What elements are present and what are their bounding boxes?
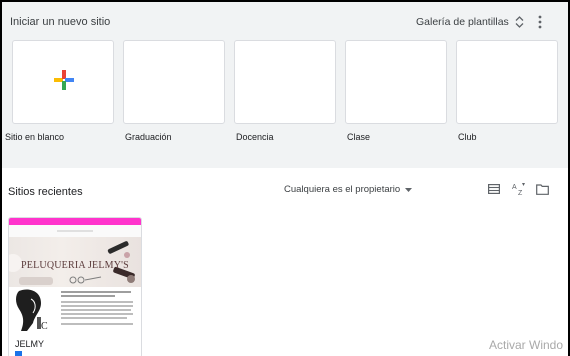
template-blank[interactable] bbox=[12, 40, 114, 124]
site-thumb-body: C bbox=[9, 287, 141, 333]
activation-watermark: Activar Windo bbox=[489, 338, 564, 352]
site-thumb-title: PELUQUERIA JELMY'S bbox=[21, 260, 129, 271]
template-panel: Iniciar un nuevo sitio Galería de planti… bbox=[2, 2, 568, 168]
template-club[interactable] bbox=[456, 40, 558, 124]
sites-home: Iniciar un nuevo sitio Galería de planti… bbox=[2, 2, 568, 356]
site-name: JELMY bbox=[15, 339, 45, 349]
template-label-club: Club bbox=[458, 132, 477, 142]
site-thumb-nav bbox=[9, 225, 141, 237]
google-sites-icon bbox=[15, 351, 22, 356]
folder-icon[interactable] bbox=[534, 181, 550, 197]
owner-filter-dropdown[interactable]: Cualquiera es el propietario bbox=[284, 184, 413, 195]
template-label-docencia: Docencia bbox=[236, 132, 274, 142]
caret-down-icon bbox=[405, 187, 413, 192]
owner-filter-label: Cualquiera es el propietario bbox=[284, 184, 401, 195]
template-docencia[interactable] bbox=[234, 40, 336, 124]
recent-sites-title: Sitios recientes bbox=[8, 186, 83, 198]
template-panel-title: Iniciar un nuevo sitio bbox=[10, 16, 111, 28]
plus-icon bbox=[54, 70, 74, 90]
more-options-icon[interactable] bbox=[533, 13, 547, 31]
svg-text:A: A bbox=[512, 184, 517, 191]
site-thumb-header-bar bbox=[9, 218, 141, 225]
template-gallery-toggle[interactable]: Galería de plantillas bbox=[416, 16, 524, 28]
template-label-graduacion: Graduación bbox=[125, 132, 172, 142]
sort-az-icon[interactable]: A Z bbox=[511, 181, 527, 197]
svg-text:C: C bbox=[41, 321, 48, 332]
site-card-jelmy[interactable]: PELUQUERIA JELMY'S C JELMY bbox=[8, 217, 142, 356]
woman-silhouette-image: C bbox=[16, 289, 48, 332]
template-gallery-label: Galería de plantillas bbox=[416, 16, 509, 28]
unfold-icon bbox=[515, 16, 524, 28]
template-graduacion[interactable] bbox=[123, 40, 225, 124]
svg-text:Z: Z bbox=[518, 190, 523, 196]
list-view-icon[interactable] bbox=[486, 181, 502, 197]
template-label-clase: Clase bbox=[347, 132, 371, 142]
template-label-blank: Sitio en blanco bbox=[5, 132, 65, 142]
site-thumb-banner: PELUQUERIA JELMY'S bbox=[9, 237, 141, 287]
template-clase[interactable] bbox=[345, 40, 447, 124]
